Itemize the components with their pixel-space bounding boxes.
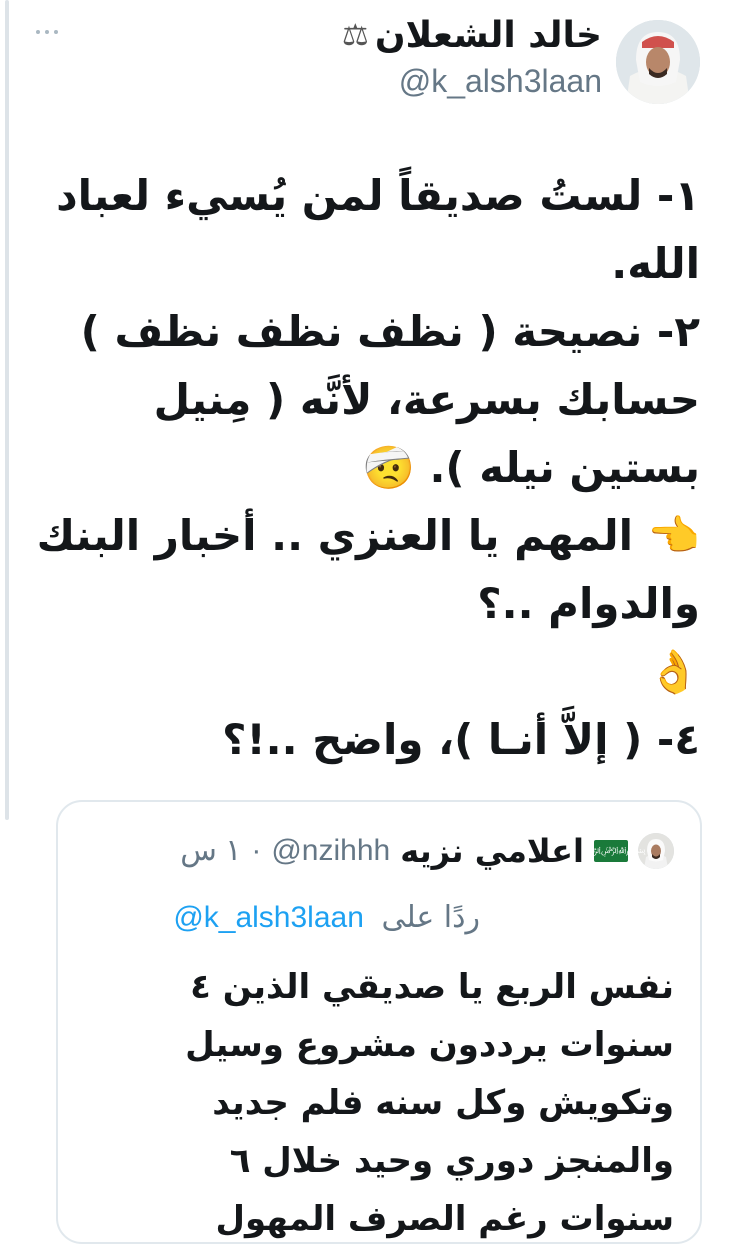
reply-to-line: ردًا على @k_alsh3laan (173, 898, 480, 938)
quoted-text-line: سنوات يرددون مشروع وسيل (185, 1025, 674, 1065)
author-name-row: خالد الشعلان ⚖ (342, 10, 602, 62)
quoted-tweet-header: ﷽ اعلامي نزيه @nzihhh · ١ س (180, 830, 674, 872)
more-options-icon[interactable] (36, 26, 60, 38)
author-handle[interactable]: @k_alsh3laan (342, 62, 602, 100)
quoted-author-name[interactable]: اعلامي نزيه (400, 830, 584, 872)
author-header: خالد الشعلان ⚖ @k_alsh3laan (342, 10, 602, 100)
scales-icon: ⚖ (341, 18, 369, 53)
tweet-text-line: والدوام ..؟ (477, 579, 700, 628)
tweet-text-line: ٢- نصيحة ( نظف نظف نظف ) (80, 307, 700, 356)
scroll-indicator (5, 0, 9, 820)
reply-to-label: ردًا على (381, 900, 480, 935)
quoted-author-handle[interactable]: @nzihhh (271, 830, 390, 872)
tweet-text-line: 👌 (647, 647, 700, 696)
author-avatar-image (616, 20, 700, 104)
quoted-tweet-time[interactable]: ١ س (180, 830, 241, 872)
more-dot (54, 30, 58, 34)
quoted-text-line: نفس الربع يا صديقي الذين ٤ (190, 967, 674, 1007)
saudi-flag-icon: ﷽ (576, 840, 646, 862)
author-avatar[interactable] (616, 20, 700, 104)
separator-dot: · (251, 834, 262, 867)
author-display-name[interactable]: خالد الشعلان (375, 10, 602, 62)
tweet-text-line: ٤- ( إلاَّ أنـا )، واضح ..!؟ (222, 715, 700, 764)
reply-to-handle-link[interactable]: @k_alsh3laan (173, 901, 364, 934)
more-dot (36, 30, 40, 34)
quoted-text-line: وتكويش وكل سنه فلم جديد (212, 1083, 674, 1123)
quoted-text-line: سنوات رغم الصرف المهول (215, 1199, 674, 1239)
more-dot (45, 30, 49, 34)
tweet-text-line: ١- لستُ صديقاً لمن يُسيء لعباد (56, 171, 700, 220)
quoted-tweet-text: نفس الربع يا صديقي الذين ٤ سنوات يرددون … (74, 958, 674, 1242)
tweet-text-line: 👈 المهم يا العنزي .. أخبار البنك (36, 511, 700, 560)
tweet-text-line: حسابك بسرعة، لأنَّه ( مِنيل (153, 375, 700, 424)
tweet-text-line: بستين نيله ). 🤕 (362, 443, 700, 492)
quoted-tweet-card[interactable]: ﷽ اعلامي نزيه @nzihhh · ١ س ردًا على @k_… (56, 800, 702, 1244)
tweet-text-line: الله. (611, 239, 700, 288)
quoted-text-line: والمنجز دوري وحيد خلال ٦ (229, 1141, 674, 1181)
tweet-text: ١- لستُ صديقاً لمن يُسيء لعباد الله. ٢- … (32, 162, 700, 774)
